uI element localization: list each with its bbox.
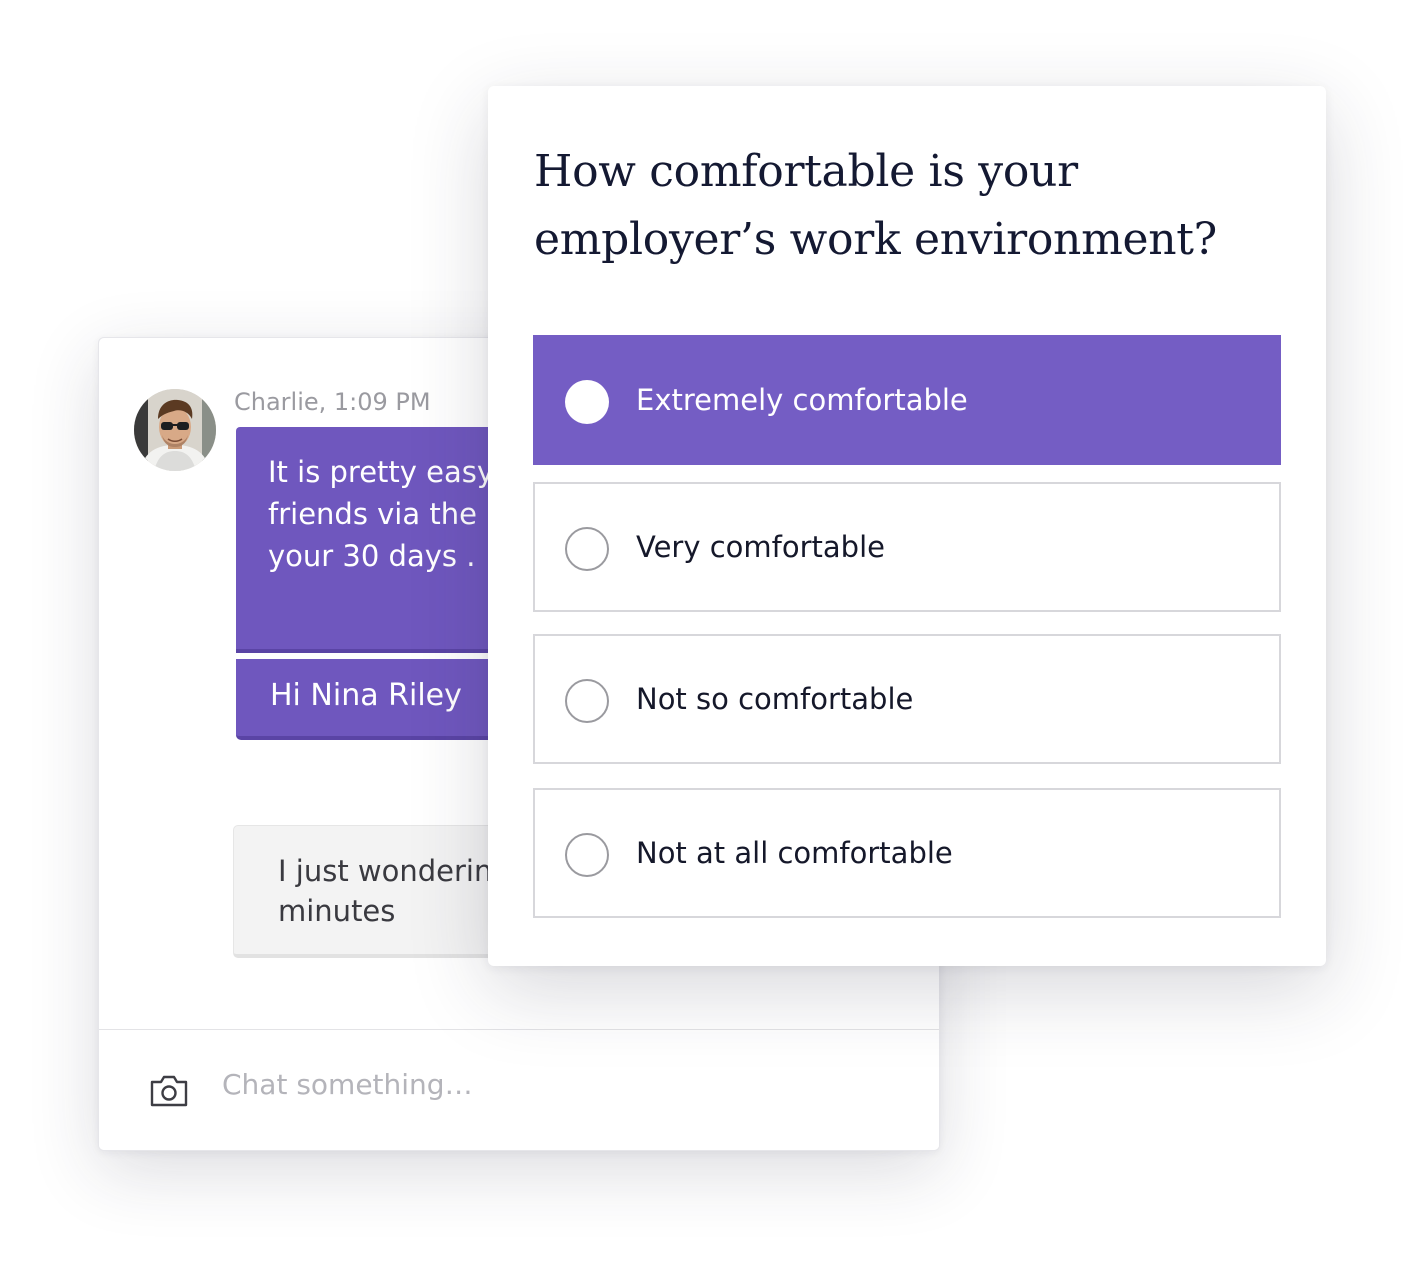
- radio-empty-icon[interactable]: [565, 527, 609, 571]
- chat-input[interactable]: Chat something…: [222, 1068, 473, 1101]
- survey-card: How comfortable is your employer’s work …: [488, 86, 1326, 966]
- camera-icon[interactable]: [149, 1074, 189, 1108]
- survey-question: How comfortable is your employer’s work …: [534, 146, 1217, 265]
- avatar-photo: [134, 389, 216, 471]
- chat-composer: Chat something…: [99, 1029, 939, 1150]
- option-not-so-comfortable[interactable]: Not so comfortable: [533, 634, 1281, 764]
- avatar[interactable]: [134, 389, 216, 471]
- option-extremely-comfortable[interactable]: Extremely comfortable: [533, 335, 1281, 465]
- sender-meta: Charlie, 1:09 PM: [234, 388, 431, 416]
- option-label: Extremely comfortable: [636, 383, 968, 417]
- radio-selected-icon[interactable]: [565, 380, 609, 424]
- option-label: Not so comfortable: [636, 682, 914, 716]
- radio-empty-icon[interactable]: [565, 679, 609, 723]
- option-very-comfortable[interactable]: Very comfortable: [533, 482, 1281, 612]
- option-not-at-all-comfortable[interactable]: Not at all comfortable: [533, 788, 1281, 918]
- option-label: Not at all comfortable: [636, 836, 953, 870]
- radio-empty-icon[interactable]: [565, 833, 609, 877]
- option-label: Very comfortable: [636, 530, 885, 564]
- stage: Charlie, 1:09 PM It is pretty easy to in…: [0, 0, 1426, 1262]
